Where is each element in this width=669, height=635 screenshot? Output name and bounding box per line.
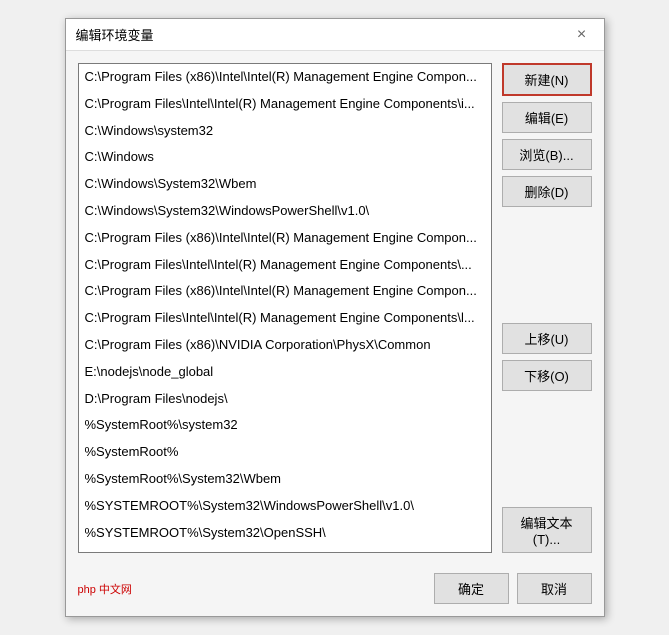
- list-item[interactable]: E:\Program Files\Git\cmd: [79, 546, 491, 553]
- list-item[interactable]: C:\Program Files\Intel\Intel(R) Manageme…: [79, 91, 491, 118]
- list-item[interactable]: C:\Program Files\Intel\Intel(R) Manageme…: [79, 305, 491, 332]
- list-item[interactable]: E:\nodejs\node_global: [79, 359, 491, 386]
- list-item[interactable]: %SystemRoot%: [79, 439, 491, 466]
- watermark: php 中文网: [78, 581, 132, 597]
- move-down-button[interactable]: 下移(O): [502, 360, 592, 391]
- cancel-button[interactable]: 取消: [517, 573, 592, 604]
- list-item[interactable]: C:\Windows: [79, 144, 491, 171]
- list-item[interactable]: C:\Windows\System32\Wbem: [79, 171, 491, 198]
- list-item[interactable]: C:\Program Files (x86)\Intel\Intel(R) Ma…: [79, 64, 491, 91]
- list-item[interactable]: C:\Program Files (x86)\Intel\Intel(R) Ma…: [79, 225, 491, 252]
- dialog-body: C:\Program Files (x86)\Intel\Intel(R) Ma…: [66, 51, 604, 565]
- env-list[interactable]: C:\Program Files (x86)\Intel\Intel(R) Ma…: [78, 63, 492, 553]
- title-bar: 编辑环境变量 ×: [66, 19, 604, 51]
- edit-env-dialog: 编辑环境变量 × C:\Program Files (x86)\Intel\In…: [65, 18, 605, 617]
- list-item[interactable]: D:\Program Files\nodejs\: [79, 386, 491, 413]
- edit-text-button[interactable]: 编辑文本(T)...: [502, 507, 592, 553]
- browse-button[interactable]: 浏览(B)...: [502, 139, 592, 170]
- list-item[interactable]: %SystemRoot%\system32: [79, 412, 491, 439]
- action-buttons: 新建(N) 编辑(E) 浏览(B)... 删除(D) 上移(U) 下移(O) 编…: [502, 63, 592, 553]
- list-item[interactable]: C:\Windows\System32\WindowsPowerShell\v1…: [79, 198, 491, 225]
- dialog-footer: php 中文网 确定 取消: [66, 565, 604, 616]
- list-item[interactable]: C:\Program Files (x86)\Intel\Intel(R) Ma…: [79, 278, 491, 305]
- list-item[interactable]: C:\Program Files\Intel\Intel(R) Manageme…: [79, 252, 491, 279]
- list-item[interactable]: C:\Windows\system32: [79, 118, 491, 145]
- close-button[interactable]: ×: [570, 23, 594, 47]
- list-item[interactable]: %SYSTEMROOT%\System32\WindowsPowerShell\…: [79, 493, 491, 520]
- new-button[interactable]: 新建(N): [502, 63, 592, 96]
- list-item[interactable]: %SYSTEMROOT%\System32\OpenSSH\: [79, 520, 491, 547]
- delete-button[interactable]: 删除(D): [502, 176, 592, 207]
- dialog-title: 编辑环境变量: [76, 25, 154, 44]
- list-item[interactable]: %SystemRoot%\System32\Wbem: [79, 466, 491, 493]
- list-item[interactable]: C:\Program Files (x86)\NVIDIA Corporatio…: [79, 332, 491, 359]
- ok-button[interactable]: 确定: [434, 573, 509, 604]
- move-up-button[interactable]: 上移(U): [502, 323, 592, 354]
- edit-button[interactable]: 编辑(E): [502, 102, 592, 133]
